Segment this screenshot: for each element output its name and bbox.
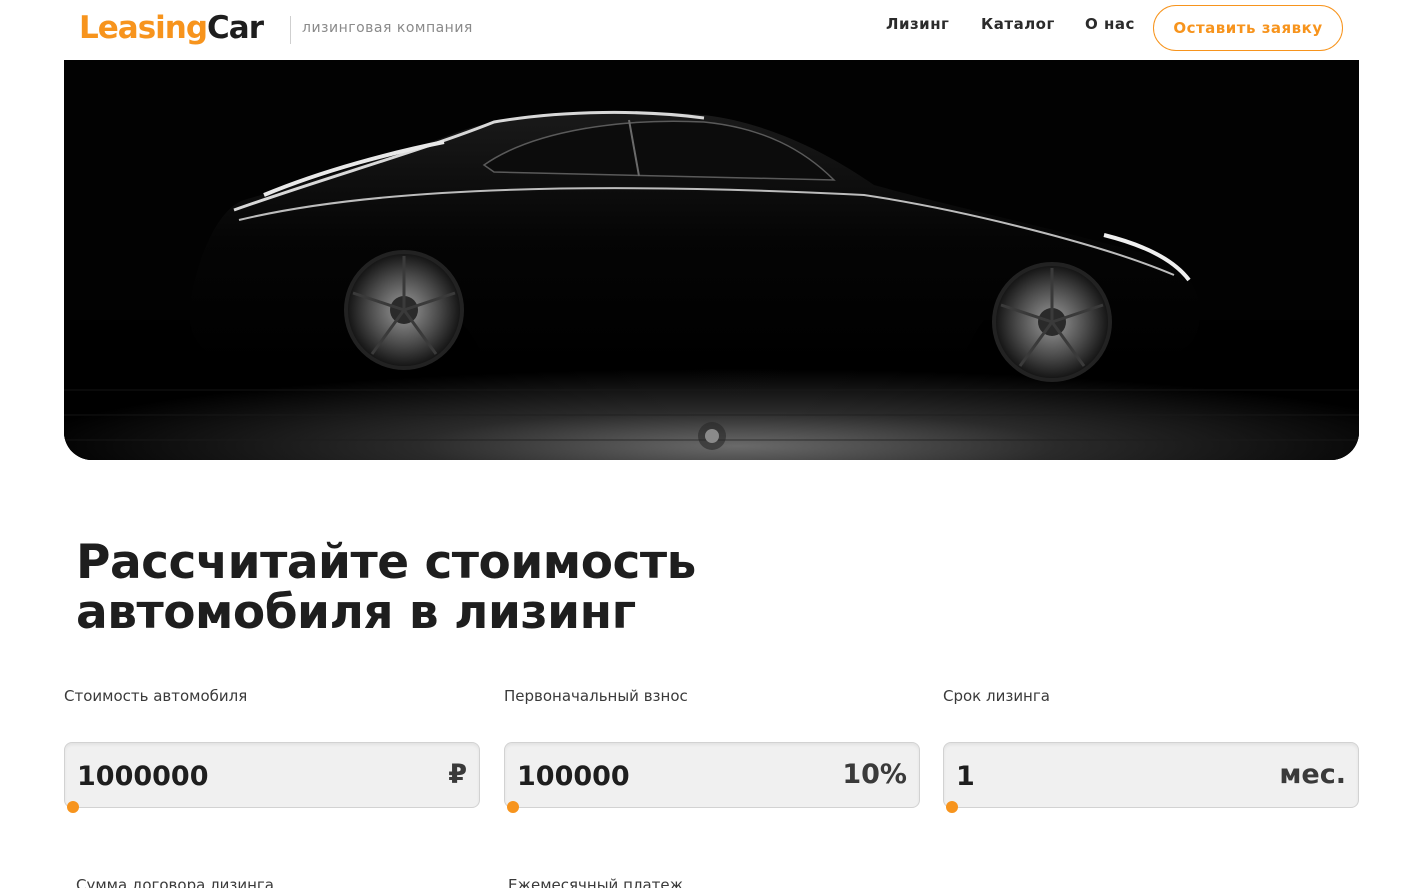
nav-link-catalog[interactable]: Каталог (981, 14, 1055, 34)
hero-banner (64, 60, 1359, 460)
nav-link-about[interactable]: О нас (1085, 14, 1135, 34)
site-header: LeasingCar лизинговая компания Лизинг Ка… (0, 0, 1426, 60)
down-payment-slider-handle[interactable] (507, 801, 519, 813)
tagline: лизинговая компания (302, 20, 473, 36)
car-image (64, 60, 1359, 460)
monthly-payment-label: Ежемесячный платеж (508, 876, 684, 888)
calculator-title: Рассчитайте стоимость автомобиля в лизин… (76, 538, 796, 638)
contract-sum-label: Сумма договора лизинга (76, 876, 274, 888)
logo-text-car: Car (207, 10, 264, 46)
down-payment-value: 100000 (517, 761, 630, 792)
lease-term-label: Срок лизинга (943, 687, 1050, 705)
down-payment-percent: 10% (842, 759, 907, 790)
lease-term-input[interactable]: 1 мес. (943, 742, 1359, 813)
ruble-sign: ₽ (448, 759, 467, 790)
slider-dot[interactable] (698, 422, 726, 450)
logo[interactable]: LeasingCar (79, 8, 264, 48)
lease-term-value: 1 (956, 761, 975, 792)
lease-term-slider-handle[interactable] (946, 801, 958, 813)
logo-divider (290, 16, 291, 44)
logo-text-leasing: Leasing (79, 10, 208, 46)
nav-link-leasing[interactable]: Лизинг (886, 14, 949, 34)
car-price-label: Стоимость автомобиля (64, 687, 248, 705)
submit-request-button[interactable]: Оставить заявку (1153, 5, 1343, 51)
down-payment-label: Первоначальный взнос (504, 687, 688, 705)
down-payment-input[interactable]: 100000 10% (504, 742, 920, 813)
slider-dot-inner (705, 429, 719, 443)
car-price-input[interactable]: 1000000 ₽ (64, 742, 480, 813)
car-price-value: 1000000 (77, 761, 209, 792)
lease-term-unit: мес. (1279, 759, 1346, 790)
calculator-title-line2: автомобиля в лизинг (76, 585, 636, 640)
car-price-slider-handle[interactable] (67, 801, 79, 813)
calculator-title-line1: Рассчитайте стоимость (76, 535, 696, 590)
